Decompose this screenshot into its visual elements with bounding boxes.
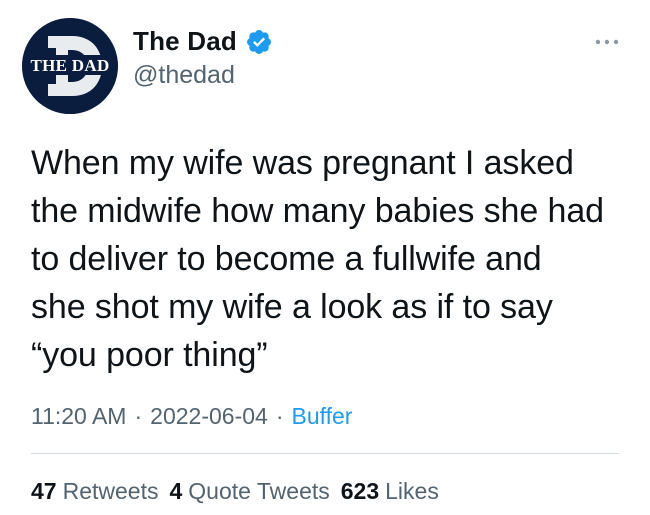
tweet-date[interactable]: 2022-06-04 (150, 403, 268, 430)
quote-tweets-count: 4 (169, 478, 183, 504)
the-dad-logo-icon: THE DAD (22, 18, 118, 114)
more-options-icon[interactable] (594, 37, 620, 47)
likes-count: 623 (340, 478, 380, 504)
author-name[interactable]: The Dad (133, 26, 237, 57)
tweet-time[interactable]: 11:20 AM (31, 403, 126, 430)
tweet-stats: 47 Retweets 4 Quote Tweets 623 Likes (31, 478, 439, 505)
svg-text:THE DAD: THE DAD (30, 56, 109, 75)
likes-stat[interactable]: 623 Likes (341, 478, 439, 505)
author-name-row: The Dad (133, 26, 273, 57)
retweets-count: 47 (31, 478, 57, 504)
avatar[interactable]: THE DAD (22, 18, 118, 114)
verified-badge-icon (247, 29, 271, 54)
retweets-label: Retweets (62, 478, 159, 504)
quote-tweets-label: Quote Tweets (188, 478, 330, 504)
likes-label: Likes (385, 478, 439, 504)
tweet-source[interactable]: Buffer (291, 403, 352, 430)
meta-separator: · (134, 403, 143, 429)
retweets-stat[interactable]: 47 Retweets (31, 478, 158, 505)
divider (31, 453, 619, 454)
tweet-card: THE DAD The Dad @thedad When my wife was… (0, 0, 650, 515)
tweet-meta: 11:20 AM · 2022-06-04 · Buffer (31, 403, 352, 430)
quote-tweets-stat[interactable]: 4 Quote Tweets (169, 478, 329, 505)
meta-separator: · (275, 403, 284, 429)
author-handle[interactable]: @thedad (133, 61, 235, 90)
tweet-text: When my wife was pregnant I asked the mi… (31, 144, 604, 374)
